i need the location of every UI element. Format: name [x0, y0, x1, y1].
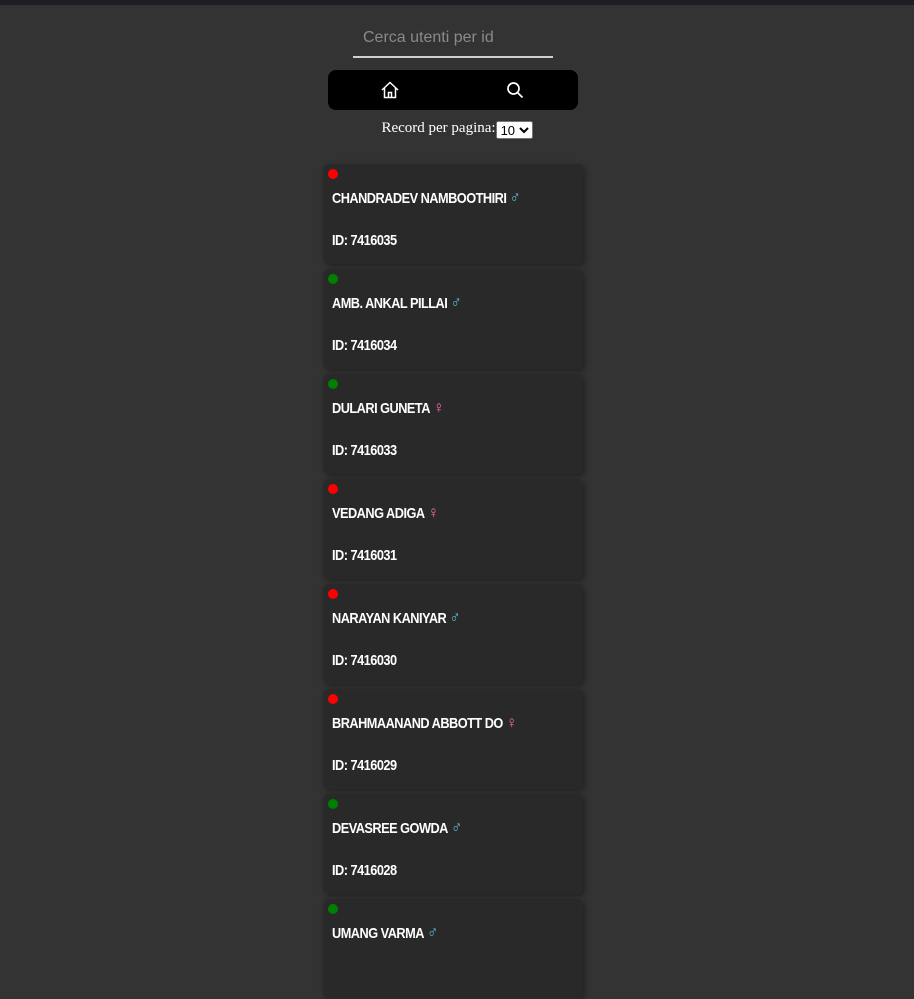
female-icon: ♀: [506, 713, 517, 732]
female-icon: ♀: [433, 398, 444, 417]
user-card[interactable]: Chandradev Namboothiri ♂ ID: 7416035: [323, 164, 583, 264]
nav-bar: [328, 70, 578, 110]
user-name-text: Dulari Guneta: [332, 400, 430, 417]
status-dot: [328, 379, 338, 389]
user-name: Vedang Adiga ♀: [332, 503, 439, 523]
status-dot: [328, 694, 338, 704]
user-card[interactable]: Devasree Gowda ♂ ID: 7416028: [323, 794, 583, 894]
user-card[interactable]: Amb. Ankal Pillai ♂ ID: 7416034: [323, 269, 583, 369]
search-input[interactable]: [353, 20, 553, 58]
female-icon: ♀: [427, 503, 439, 522]
user-id: ID: 7416029: [332, 757, 397, 774]
user-name: Chandradev Namboothiri ♂: [332, 188, 521, 208]
user-name-text: Devasree Gowda: [332, 820, 448, 837]
user-name: Devasree Gowda ♂: [332, 818, 462, 838]
user-name: Umang Varma ♂: [332, 923, 438, 943]
user-card[interactable]: Dulari Guneta ♀ ID: 7416033: [323, 374, 583, 474]
records-per-page-select[interactable]: 10: [495, 121, 533, 139]
user-id: ID: 7416031: [332, 547, 397, 564]
user-name-text: Vedang Adiga: [332, 505, 425, 522]
user-name: Brahmaanand Abbott DO ♀: [332, 713, 517, 733]
status-dot: [328, 589, 338, 599]
user-card[interactable]: Umang Varma ♂: [323, 899, 583, 999]
male-icon: ♂: [450, 293, 462, 312]
status-dot: [328, 274, 338, 284]
male-icon: ♂: [451, 818, 462, 837]
user-id: ID: 7416028: [332, 862, 397, 879]
user-name-text: Narayan Kaniyar: [332, 610, 447, 627]
user-name: Dulari Guneta ♀: [332, 398, 444, 418]
user-name-text: Chandradev Namboothiri: [332, 190, 507, 207]
search-icon[interactable]: [505, 80, 525, 100]
user-name: Narayan Kaniyar ♂: [332, 608, 460, 628]
records-per-page-label: Record per pagina:: [381, 120, 496, 136]
status-dot: [328, 484, 338, 494]
male-icon: ♂: [449, 608, 461, 627]
male-icon: ♂: [427, 923, 438, 942]
user-name-text: Brahmaanand Abbott DO: [332, 715, 503, 732]
top-bar: [0, 0, 914, 5]
status-dot: [328, 169, 338, 179]
home-icon[interactable]: [380, 80, 400, 100]
status-dot: [328, 799, 338, 809]
records-per-page: Record per pagina: 10: [0, 120, 914, 139]
user-name-text: Amb. Ankal Pillai: [332, 295, 448, 312]
user-card[interactable]: Narayan Kaniyar ♂ ID: 7416030: [323, 584, 583, 684]
user-id: ID: 7416033: [332, 442, 397, 459]
user-id: ID: 7416034: [332, 337, 397, 354]
user-name: Amb. Ankal Pillai ♂: [332, 293, 462, 313]
user-name-text: Umang Varma: [332, 925, 424, 942]
user-card[interactable]: Brahmaanand Abbott DO ♀ ID: 7416029: [323, 689, 583, 789]
user-id: ID: 7416030: [332, 652, 397, 669]
user-id: ID: 7416035: [332, 232, 397, 249]
user-card[interactable]: Vedang Adiga ♀ ID: 7416031: [323, 479, 583, 579]
male-icon: ♂: [509, 188, 521, 207]
status-dot: [328, 904, 338, 914]
